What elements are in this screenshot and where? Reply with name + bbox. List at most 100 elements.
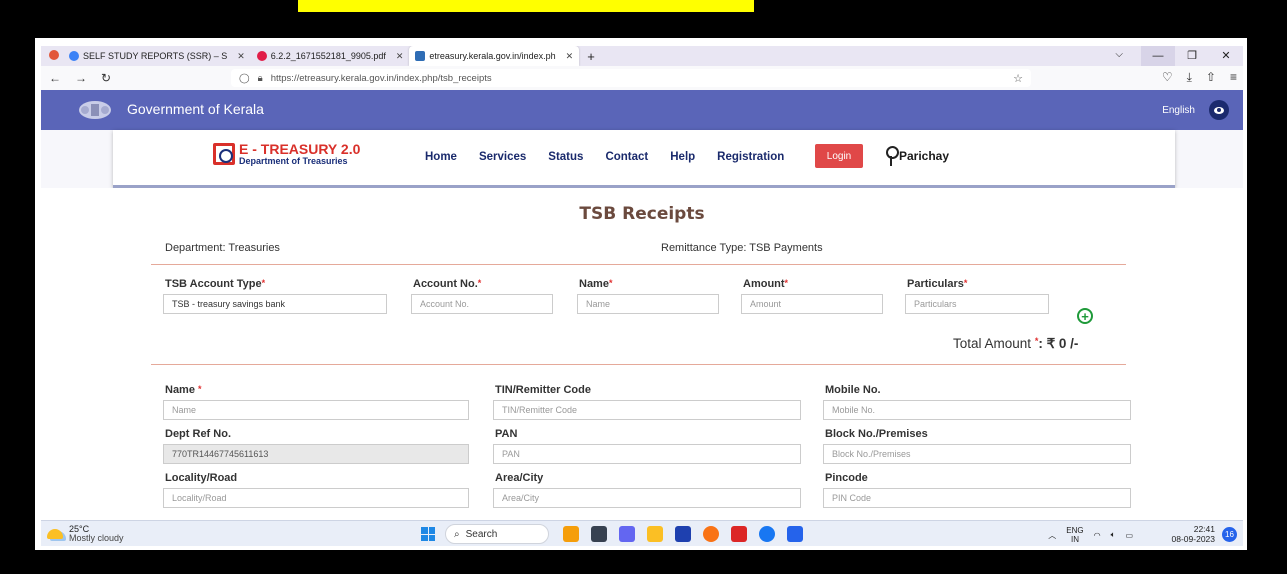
yellow-highlight-strip xyxy=(298,0,754,12)
block-input[interactable]: Block No./Premises xyxy=(823,444,1131,464)
notification-badge[interactable]: 16 xyxy=(1222,527,1237,542)
key-icon xyxy=(885,146,899,166)
name-input[interactable]: Name xyxy=(577,294,719,314)
area-input[interactable]: Area/City xyxy=(493,488,801,508)
tab-pdf[interactable]: 6.2.2_1671552181_9905.pdf ✕ xyxy=(251,46,410,66)
mobile-label: Mobile No. xyxy=(825,384,881,396)
url-field[interactable]: ◯ 🔒︎ https://etreasury.kerala.gov.in/ind… xyxy=(231,69,1031,87)
divider xyxy=(151,364,1126,365)
remitter-name-input[interactable]: Name xyxy=(163,400,469,420)
close-window-button[interactable]: ✕ xyxy=(1209,46,1243,66)
language-selector[interactable]: English xyxy=(1162,105,1195,116)
nav-menu: Home Services Status Contact Help Regist… xyxy=(425,151,784,163)
pocket-icon[interactable]: ♡ xyxy=(1162,70,1173,85)
reload-icon[interactable]: ↻ xyxy=(101,71,111,85)
back-icon[interactable]: ← xyxy=(49,71,61,85)
add-row-plus-icon[interactable]: + xyxy=(1077,308,1093,324)
weather-text: Mostly cloudy xyxy=(69,533,124,543)
divider xyxy=(151,264,1126,265)
firefox-icon[interactable] xyxy=(703,526,719,542)
tab-label: etreasury.kerala.gov.in/index.ph xyxy=(429,51,556,61)
pan-label: PAN xyxy=(495,428,518,440)
mobile-input[interactable]: Mobile No. xyxy=(823,400,1131,420)
search-icon: ⌕ xyxy=(454,528,460,540)
login-button[interactable]: Login xyxy=(815,144,863,168)
volume-icon[interactable]: 🔈︎ xyxy=(1111,530,1116,540)
file-explorer-icon[interactable] xyxy=(647,526,663,542)
close-tab-icon[interactable]: ✕ xyxy=(237,51,245,62)
teams-icon[interactable] xyxy=(619,526,635,542)
hamburger-menu-icon[interactable]: ≡ xyxy=(1230,70,1237,85)
remittance-type-text: Remittance Type: TSB Payments xyxy=(661,242,823,254)
tab-bar: SELF STUDY REPORTS (SSR) – S ✕ 6.2.2_167… xyxy=(41,46,1243,66)
minimize-button[interactable]: — xyxy=(1141,46,1175,66)
widget-app-icon[interactable] xyxy=(563,526,579,542)
system-tray: ︿ ENG IN ◠ 🔈︎ ▭ xyxy=(1048,526,1133,544)
nav-registration[interactable]: Registration xyxy=(717,151,784,163)
download-icon[interactable]: ⤓ xyxy=(1187,70,1192,85)
weather-widget[interactable]: 25°C Mostly cloudy xyxy=(47,525,124,543)
time: 22:41 xyxy=(1193,524,1215,534)
pdf-icon xyxy=(256,51,267,61)
word-icon[interactable] xyxy=(787,526,803,542)
battery-icon[interactable]: ▭ xyxy=(1125,531,1133,540)
taskbar-search[interactable]: ⌕ Search xyxy=(445,524,549,544)
tin-input[interactable]: TIN/Remitter Code xyxy=(493,400,801,420)
accessibility-eye-icon[interactable] xyxy=(1209,100,1229,120)
nav-services[interactable]: Services xyxy=(479,151,526,163)
account-no-input[interactable]: Account No. xyxy=(411,294,553,314)
nav-help[interactable]: Help xyxy=(670,151,695,163)
close-tab-icon[interactable]: ✕ xyxy=(396,51,404,62)
new-tab-button[interactable]: + xyxy=(579,49,603,64)
tab-label: SELF STUDY REPORTS (SSR) – S xyxy=(83,51,228,61)
etreasury-logo[interactable]: E - TREASURY 2.0 Department of Treasurie… xyxy=(213,142,360,166)
chevron-down-icon[interactable]: ⌵ xyxy=(1115,49,1123,60)
amount-label: Amount* xyxy=(743,278,789,290)
amount-input[interactable]: Amount xyxy=(741,294,883,314)
language-indicator[interactable]: ENG IN xyxy=(1066,526,1083,544)
parichay-label: Parichay xyxy=(899,149,950,163)
nav-home[interactable]: Home xyxy=(425,151,457,163)
remitter-name-label: Name * xyxy=(165,384,202,396)
block-label: Block No./Premises xyxy=(825,428,928,440)
page-title: TSB Receipts xyxy=(579,204,705,224)
tab-label: 6.2.2_1671552181_9905.pdf xyxy=(270,51,386,61)
screenshot-frame: SELF STUDY REPORTS (SSR) – S ✕ 6.2.2_167… xyxy=(35,38,1247,550)
tin-label: TIN/Remitter Code xyxy=(495,384,591,396)
windows-taskbar: 25°C Mostly cloudy ⌕ Search ︿ ENG IN ◠ 🔈… xyxy=(41,520,1243,546)
tsb-account-type-label: TSB Account Type* xyxy=(165,278,266,290)
locality-input[interactable]: Locality/Road xyxy=(163,488,469,508)
area-label: Area/City xyxy=(495,472,544,484)
content-area: TSB Receipts Department: Treasuries Remi… xyxy=(41,188,1243,520)
particulars-label: Particulars* xyxy=(907,278,968,290)
extensions-icon[interactable]: ⇧ xyxy=(1206,70,1216,85)
window-controls: — ❐ ✕ xyxy=(1141,46,1243,66)
youtube-icon[interactable] xyxy=(731,526,747,542)
tab-ssr[interactable]: SELF STUDY REPORTS (SSR) – S ✕ xyxy=(63,46,251,66)
clock[interactable]: 22:41 08-09-2023 xyxy=(1172,524,1215,544)
header-title: Government of Kerala xyxy=(127,101,264,117)
store-icon[interactable] xyxy=(675,526,691,542)
particulars-input[interactable]: Particulars xyxy=(905,294,1049,314)
account-no-label: Account No.* xyxy=(413,278,482,290)
nav-status[interactable]: Status xyxy=(548,151,583,163)
browser-menu-icon[interactable] xyxy=(41,50,63,62)
task-view-icon[interactable] xyxy=(591,526,607,542)
pan-input[interactable]: PAN xyxy=(493,444,801,464)
forward-icon[interactable]: → xyxy=(75,71,87,85)
dept-ref-label: Dept Ref No. xyxy=(165,428,231,440)
tsb-account-type-select[interactable]: TSB - treasury savings bank xyxy=(163,294,387,314)
pincode-input[interactable]: PIN Code xyxy=(823,488,1131,508)
restore-button[interactable]: ❐ xyxy=(1175,46,1209,66)
chevron-up-icon[interactable]: ︿ xyxy=(1048,530,1056,541)
bookmark-star-icon[interactable]: ☆ xyxy=(1013,72,1023,85)
facebook-icon[interactable] xyxy=(759,526,775,542)
parichay-link[interactable]: Parichay xyxy=(885,146,949,166)
wifi-icon[interactable]: ◠ xyxy=(1094,531,1101,540)
close-tab-icon[interactable]: ✕ xyxy=(566,51,574,62)
main-navbar: E - TREASURY 2.0 Department of Treasurie… xyxy=(113,130,1175,188)
nav-contact[interactable]: Contact xyxy=(605,151,648,163)
tab-etreasury[interactable]: etreasury.kerala.gov.in/index.ph ✕ xyxy=(409,46,580,66)
government-header: Government of Kerala English xyxy=(41,90,1243,130)
windows-start-icon[interactable] xyxy=(421,527,435,541)
